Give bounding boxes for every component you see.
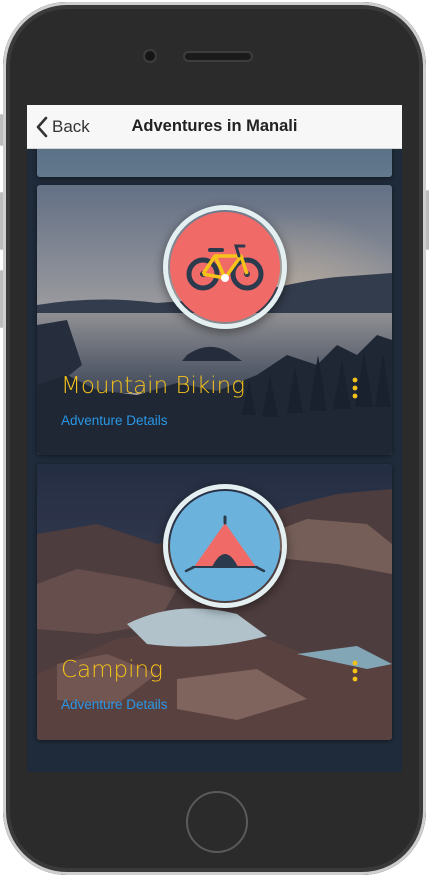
front-camera [145, 51, 155, 61]
home-button[interactable] [186, 791, 248, 853]
mute-switch [0, 114, 3, 146]
adventure-details-link[interactable]: Adventure Details [61, 413, 168, 428]
page-title: Adventures in Manali [131, 117, 298, 135]
adventure-title: Camping [61, 657, 163, 683]
earpiece-speaker [185, 53, 251, 60]
more-options-icon[interactable] [351, 660, 359, 682]
mountain-biking-icon-badge [163, 205, 287, 329]
card-background-image [37, 149, 392, 177]
adventure-details-link[interactable]: Adventure Details [61, 697, 168, 712]
app-screen: Back Adventures in Manali Mountain Bikin… [27, 105, 402, 772]
volume-up-button [0, 192, 3, 250]
adventure-card-mountain-biking[interactable]: Mountain Biking Adventure Details [37, 185, 392, 455]
adventure-title: Mountain Biking [61, 373, 245, 399]
power-button [426, 190, 429, 250]
tent-icon [170, 491, 280, 601]
adventure-card-partial[interactable] [37, 149, 392, 177]
camping-icon-badge [163, 484, 287, 608]
navigation-bar: Back Adventures in Manali [27, 105, 402, 149]
adventure-list[interactable]: Mountain Biking Adventure Details Campin… [27, 149, 402, 772]
volume-down-button [0, 270, 3, 328]
adventure-card-camping[interactable]: Camping Adventure Details [37, 464, 392, 740]
more-options-icon[interactable] [351, 377, 359, 399]
bicycle-icon [170, 212, 280, 322]
